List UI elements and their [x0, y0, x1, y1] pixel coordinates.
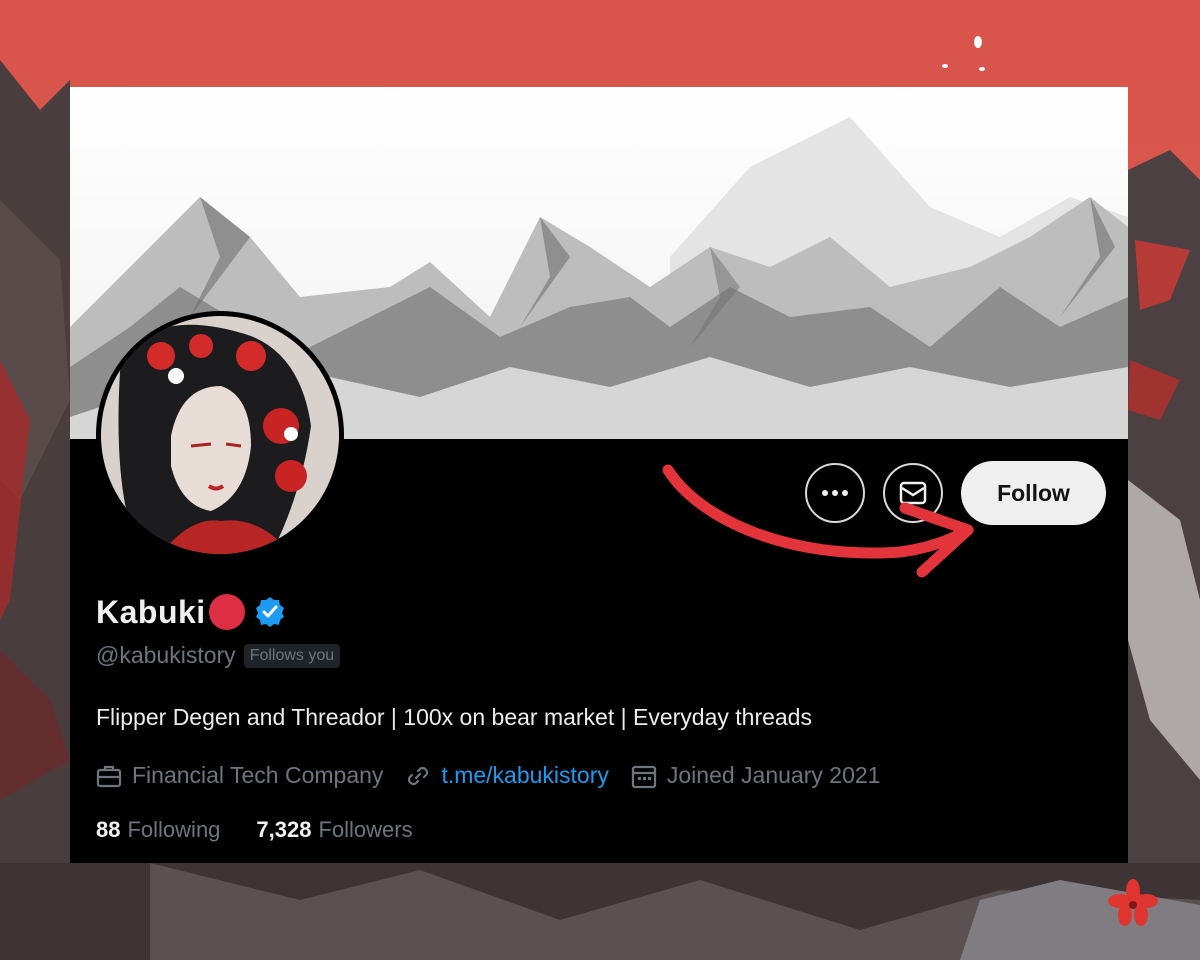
following-stat[interactable]: 88 Following [96, 817, 220, 843]
calendar-icon [631, 765, 656, 788]
followers-count: 7,328 [256, 817, 312, 842]
following-label: Following [127, 817, 221, 842]
profile-link[interactable]: t.me/kabukistory [441, 762, 608, 789]
profile-stats: 88 Following 7,328 Followers [96, 817, 449, 843]
joined-item: Joined January 2021 [631, 762, 881, 789]
profile-avatar[interactable] [96, 311, 344, 559]
envelope-icon [899, 481, 927, 505]
red-circle-icon [208, 594, 245, 630]
profile-card: Follow Kabuki @kabukistory Follows you F… [70, 87, 1128, 863]
verified-badge-icon[interactable] [254, 596, 286, 628]
link-icon [408, 766, 429, 785]
handle-row: @kabukistory Follows you [96, 642, 341, 669]
link-item[interactable]: t.me/kabukistory [405, 762, 609, 789]
profile-meta: Financial Tech Company t.me/kabukistory … [96, 762, 902, 789]
profile-bio: Flipper Degen and Threador | 100x on bea… [96, 704, 812, 730]
following-count: 88 [96, 817, 121, 842]
follows-you-badge: Follows you [243, 643, 341, 668]
followers-stat[interactable]: 7,328 Followers [256, 817, 412, 843]
user-handle: @kabukistory [96, 642, 236, 668]
joined-text: Joined January 2021 [666, 762, 881, 788]
category-item: Financial Tech Company [96, 762, 383, 789]
followers-label: Followers [318, 817, 413, 842]
more-horizontal-icon [822, 490, 848, 496]
briefcase-icon [96, 765, 122, 787]
category-text: Financial Tech Company [132, 762, 384, 788]
name-row: Kabuki [96, 593, 286, 631]
message-button[interactable] [883, 463, 943, 523]
more-options-button[interactable] [805, 463, 865, 523]
follow-button[interactable]: Follow [961, 461, 1106, 525]
display-name: Kabuki [96, 593, 206, 630]
